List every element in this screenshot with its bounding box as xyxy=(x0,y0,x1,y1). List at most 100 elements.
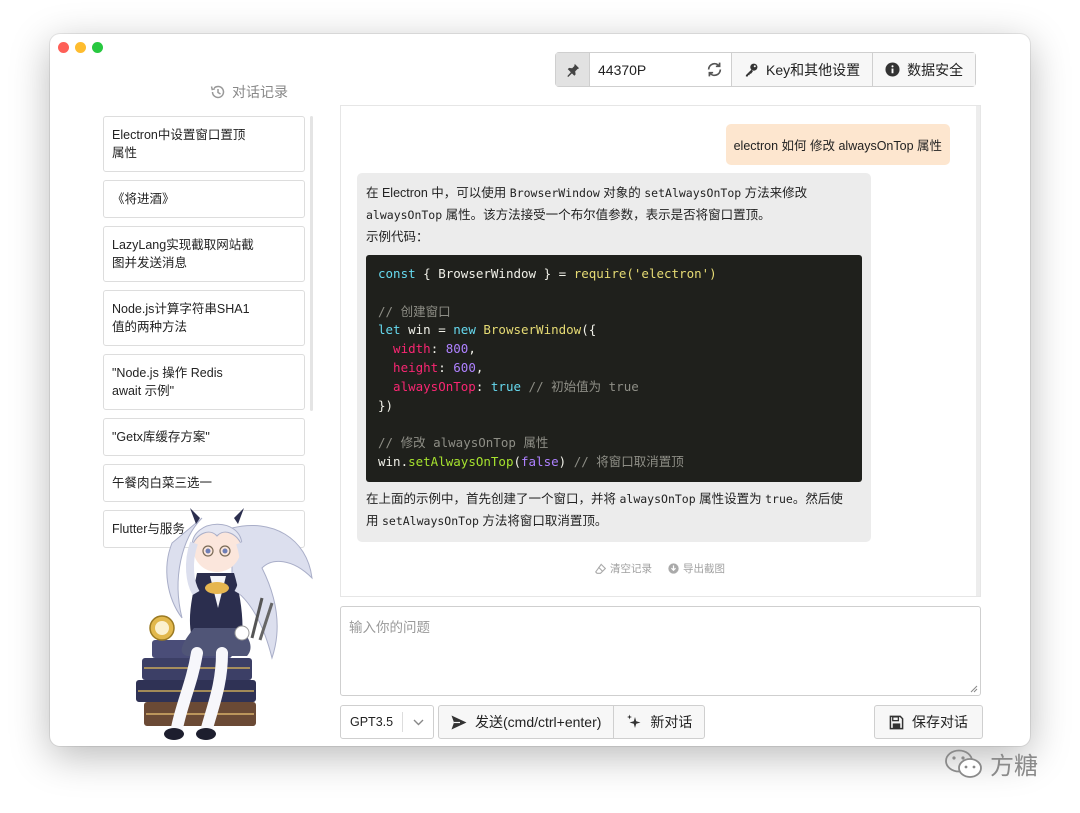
code-block: const { BrowserWindow } = require('elect… xyxy=(366,255,862,482)
export-screenshot-button[interactable]: 导出截图 xyxy=(668,561,725,576)
close-window-button[interactable] xyxy=(58,42,69,53)
answer-paragraph: 用 setAlwaysOnTop 方法将窗口取消置顶。 xyxy=(366,510,862,532)
save-chat-button[interactable]: 保存对话 xyxy=(874,705,983,739)
chat-panel: electron 如何 修改 alwaysOnTop 属性 在 Electron… xyxy=(340,105,981,597)
answer-text: 。然后使 xyxy=(792,491,843,506)
resize-handle-icon[interactable] xyxy=(970,685,978,693)
user-message: electron 如何 修改 alwaysOnTop 属性 xyxy=(725,124,950,165)
code-token: ('electron') xyxy=(626,266,717,281)
sidebar-scrollbar[interactable] xyxy=(310,116,313,411)
conversation-item[interactable]: Node.js计算字符串SHA1 值的两种方法 xyxy=(103,290,305,346)
app-window: 44370P Key和其他设置 数据安全 对话记录 Electron中设置窗口置… xyxy=(50,34,1030,746)
code-token: win = xyxy=(400,322,454,338)
conversation-title-line: "Node.js 操作 Redis xyxy=(112,366,223,380)
new-chat-label: 新对话 xyxy=(650,714,693,730)
code-token: require xyxy=(573,266,627,281)
pin-button[interactable] xyxy=(556,53,590,86)
conversation-title-line: await 示例" xyxy=(112,384,175,398)
history-title-text: 对话记录 xyxy=(232,84,288,100)
window-controls xyxy=(58,42,103,53)
answer-text: 在 Electron 中，可以使用 xyxy=(366,186,510,200)
code-token: const xyxy=(378,266,416,281)
conversation-title-line: 属性 xyxy=(112,146,138,160)
watermark: 方糖 xyxy=(944,746,1038,781)
chat-scrollbar[interactable] xyxy=(976,106,980,596)
api-key-input[interactable]: 44370P xyxy=(590,53,732,86)
code-token: height xyxy=(378,359,439,375)
anime-mascot-illustration xyxy=(136,508,313,740)
conversation-title-line: "Getx库缓存方案" xyxy=(112,430,210,444)
code-token: BrowserWindow xyxy=(475,322,582,338)
conversation-title-line: 值的两种方法 xyxy=(112,320,188,334)
data-security-label: 数据安全 xyxy=(907,61,964,78)
key-icon xyxy=(745,63,758,77)
key-settings-button[interactable]: Key和其他设置 xyxy=(732,53,873,86)
answer-text: 用 xyxy=(366,513,382,528)
pin-icon xyxy=(566,63,579,77)
code-token: let xyxy=(378,322,401,338)
conversation-title-line: Electron中设置窗口置顶 xyxy=(112,128,246,142)
watermark-text: 方糖 xyxy=(990,753,1038,780)
answer-paragraph: alwaysOnTop 属性。该方法接受一个布尔值参数，表示是否将窗口置顶。 xyxy=(366,204,862,226)
code-token: false xyxy=(521,453,559,469)
code-token: true xyxy=(490,378,522,394)
minimize-window-button[interactable] xyxy=(75,42,86,53)
answer-text: 方法来修改 xyxy=(741,186,808,200)
inline-code: setAlwaysOnTop xyxy=(381,513,479,528)
code-token: ) xyxy=(558,453,574,469)
code-token: }) xyxy=(378,397,394,413)
conversation-item[interactable]: "Node.js 操作 Redis await 示例" xyxy=(103,354,305,410)
send-button-label: 发送(cmd/ctrl+enter) xyxy=(475,714,602,730)
save-chat-label: 保存对话 xyxy=(912,714,968,730)
data-security-button[interactable]: 数据安全 xyxy=(872,53,976,86)
answer-paragraph: 在上面的示例中，首先创建了一个窗口，并将 alwaysOnTop 属性设置为 t… xyxy=(366,488,862,510)
conversation-title-line: 图并发送消息 xyxy=(112,256,188,270)
answer-text: 对象的 xyxy=(599,186,645,200)
answer-text: 属性。该方法接受一个布尔值参数，表示是否将窗口置顶。 xyxy=(442,208,771,222)
sparkles-icon xyxy=(627,714,641,728)
conversation-item[interactable]: LazyLang实现截取网站截 图并发送消息 xyxy=(103,226,305,282)
code-token: 800 xyxy=(445,341,469,357)
answer-text: 方法将窗口取消置顶。 xyxy=(478,513,608,528)
conversation-item[interactable]: Electron中设置窗口置顶 属性 xyxy=(103,116,305,172)
download-icon xyxy=(668,563,679,574)
model-select[interactable]: GPT3.5 xyxy=(340,705,434,739)
code-token: { BrowserWindow } = xyxy=(415,266,574,281)
code-token: alwaysOnTop xyxy=(378,378,476,394)
inline-code: alwaysOnTop xyxy=(366,208,443,222)
inline-code: BrowserWindow xyxy=(509,186,600,200)
code-token: setAlwaysOnTop xyxy=(408,453,514,469)
answer-text: 属性设置为 xyxy=(695,491,766,506)
conversation-title-line: Node.js计算字符串SHA1 xyxy=(112,302,250,316)
history-title: 对话记录 xyxy=(210,82,288,102)
code-comment: // 创建窗口 xyxy=(378,303,451,319)
code-token: ( xyxy=(513,453,521,469)
conversation-item[interactable]: "Getx库缓存方案" xyxy=(103,418,305,456)
new-chat-button[interactable]: 新对话 xyxy=(613,706,704,738)
code-comment: // 初始值为 true xyxy=(528,378,639,394)
answer-text: 在上面的示例中，首先创建了一个窗口，并将 xyxy=(366,491,620,506)
zoom-window-button[interactable] xyxy=(92,42,103,53)
refresh-icon[interactable] xyxy=(706,61,723,78)
code-token: width xyxy=(378,341,431,357)
chat-actions: 清空记录 导出截图 xyxy=(595,561,725,576)
inline-code: alwaysOnTop xyxy=(619,491,696,506)
history-icon xyxy=(210,85,225,99)
model-select-value: GPT3.5 xyxy=(341,712,403,732)
inline-code: setAlwaysOnTop xyxy=(644,186,742,200)
code-token: ({ xyxy=(581,322,597,338)
inline-code: true xyxy=(765,491,793,506)
send-button[interactable]: 发送(cmd/ctrl+enter) xyxy=(439,706,613,738)
clear-history-label: 清空记录 xyxy=(610,563,652,575)
top-toolbar: 44370P Key和其他设置 数据安全 xyxy=(555,52,977,87)
code-token: new xyxy=(453,322,476,338)
clear-history-button[interactable]: 清空记录 xyxy=(595,561,652,576)
code-token: 600 xyxy=(453,359,476,375)
conversation-item[interactable]: 《将进酒》 xyxy=(103,180,305,218)
key-settings-label: Key和其他设置 xyxy=(766,61,861,78)
assistant-message: 在 Electron 中，可以使用 BrowserWindow 对象的 setA… xyxy=(357,173,871,542)
send-icon xyxy=(451,715,467,729)
code-comment: // 将窗口取消置顶 xyxy=(573,453,684,469)
question-input[interactable]: 输入你的问题 xyxy=(340,606,981,696)
question-placeholder: 输入你的问题 xyxy=(349,620,430,635)
